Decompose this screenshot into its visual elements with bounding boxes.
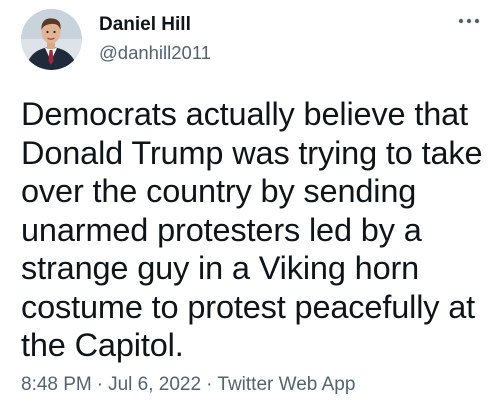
tweet-source[interactable]: Twitter Web App <box>217 374 355 395</box>
tweet-text-line: Donald Trump was trying to take <box>21 134 483 171</box>
author-avatar[interactable] <box>21 9 82 70</box>
author-handle[interactable]: @danhill2011 <box>99 41 211 65</box>
profile-photo-icon <box>21 9 82 70</box>
tweet-text-line: costume to protest peacefully at <box>21 288 476 325</box>
tweet-text-line: strange guy in a Viking horn <box>21 250 420 286</box>
tweet-text: Democrats actually believe that Donald T… <box>21 95 491 365</box>
more-horizontal-icon <box>458 18 480 24</box>
tweet-date[interactable]: Jul 6, 2022 <box>108 374 201 395</box>
tweet-text-line: Democrats actually believe that <box>21 96 468 132</box>
meta-separator: · <box>96 374 104 395</box>
tweet-metadata: 8:48 PM · Jul 6, 2022 · Twitter Web App <box>21 373 355 397</box>
meta-separator: · <box>206 374 213 395</box>
more-options-button[interactable] <box>452 8 486 34</box>
tweet-time[interactable]: 8:48 PM <box>21 374 92 395</box>
tweet-text-line: over the country by sending <box>21 173 417 209</box>
tweet-card: Daniel Hill @danhill2011 Democrats actua… <box>0 0 500 412</box>
tweet-text-line: the Capitol. <box>21 327 184 363</box>
author-display-name[interactable]: Daniel Hill <box>99 13 191 37</box>
tweet-text-line: unarmed protesters led by a <box>21 211 422 248</box>
